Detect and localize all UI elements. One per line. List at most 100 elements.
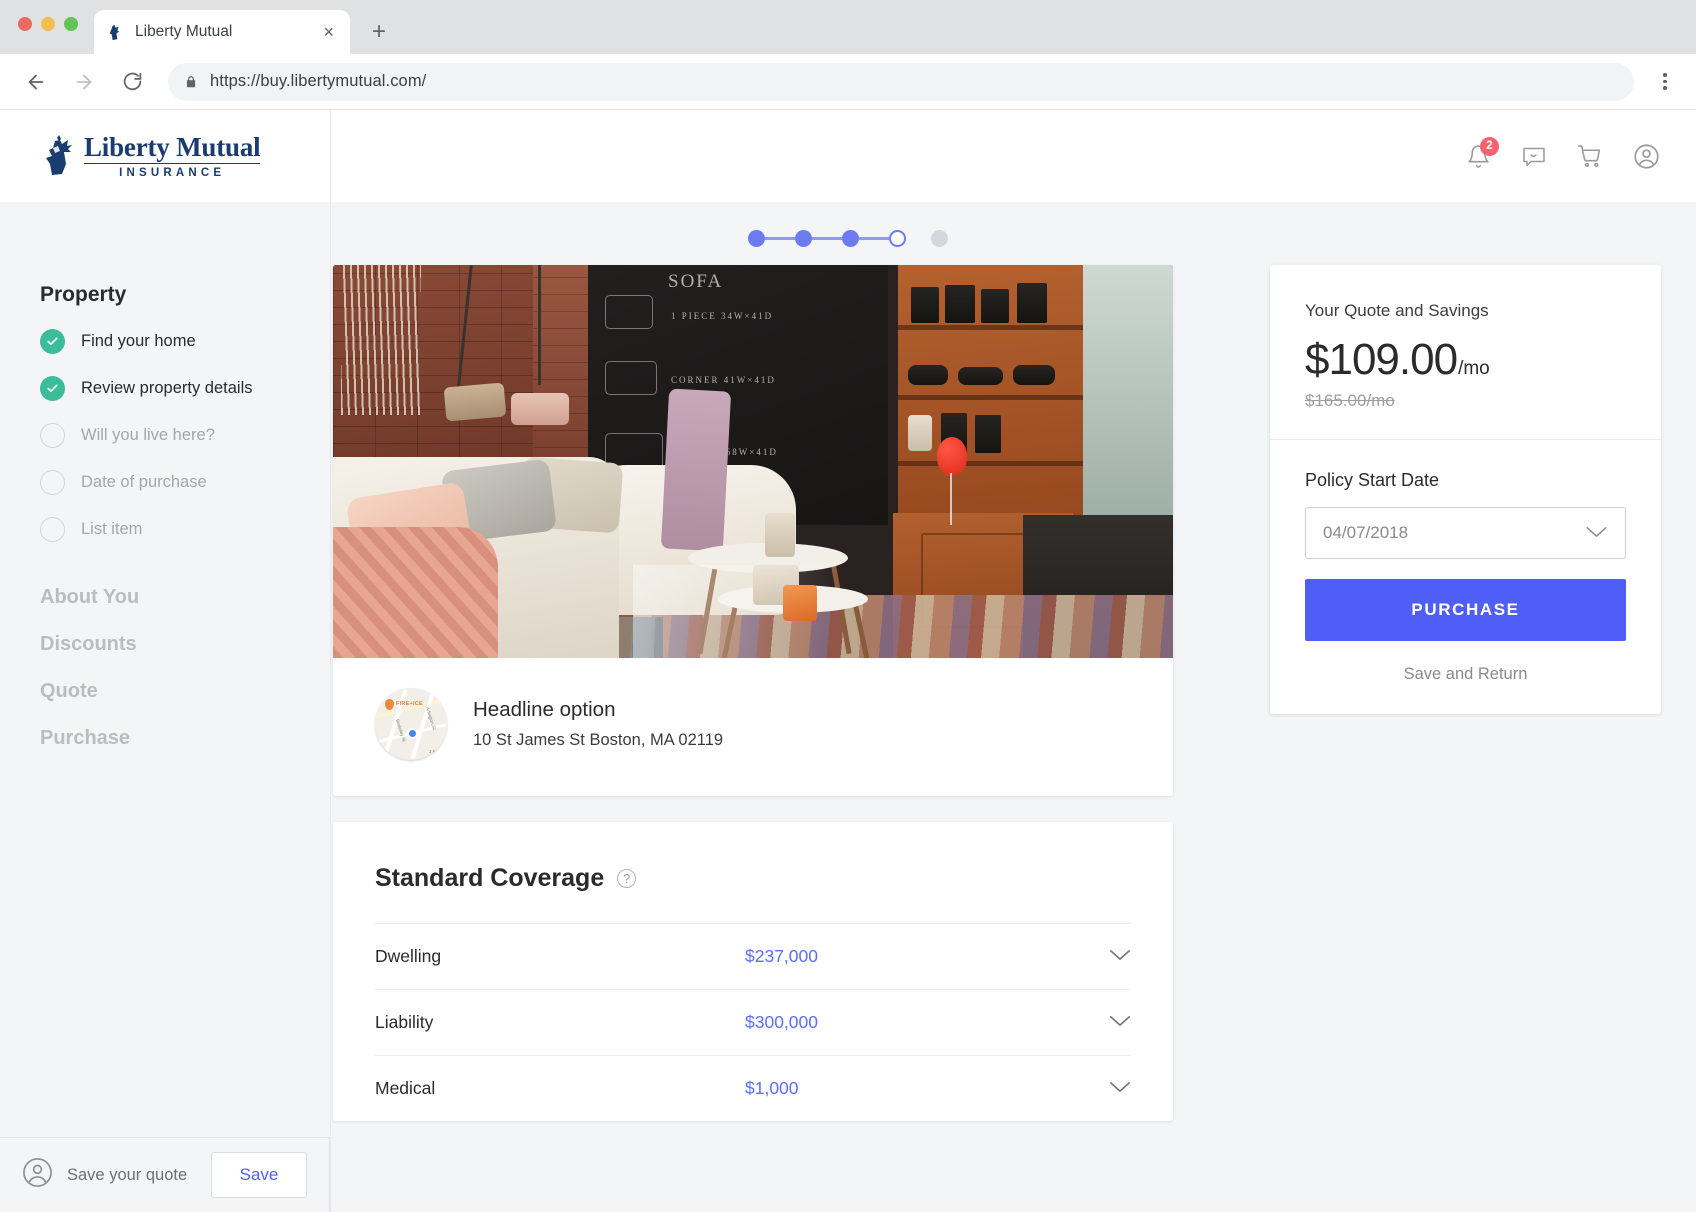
liberty-mutual-favicon <box>109 24 120 40</box>
property-address-row: FIRE+ICE Berkeley St Arlington St 1 km H… <box>333 658 1173 796</box>
browser-toolbar: https://buy.libertymutual.com/ <box>0 54 1696 110</box>
sidebar-item-label: Date of purchase <box>81 473 207 491</box>
purchase-button[interactable]: PURCHASE <box>1305 579 1626 641</box>
statue-of-liberty-icon <box>46 135 72 175</box>
sidebar-item-list-item[interactable]: List item <box>40 517 330 542</box>
logo-wordmark: Liberty Mutual <box>84 132 261 164</box>
map-current-location-dot <box>407 728 418 739</box>
new-tab-icon[interactable]: + <box>372 18 386 46</box>
address-bar-url: https://buy.libertymutual.com/ <box>210 72 427 90</box>
page-content: Liberty Mutual INSURANCE 2 Property Find… <box>0 110 1696 1212</box>
close-window-button[interactable] <box>18 17 32 31</box>
user-circle-icon <box>22 1157 53 1193</box>
account-button[interactable] <box>1633 143 1660 170</box>
chevron-down-icon[interactable] <box>1109 1080 1131 1098</box>
sidebar-item-review-property-details[interactable]: Review property details <box>40 376 330 401</box>
quote-price-section: Your Quote and Savings $109.00 /mo $165.… <box>1270 265 1661 440</box>
chevron-down-icon[interactable] <box>1109 1014 1131 1032</box>
step-indicator-3[interactable] <box>842 230 859 247</box>
map-street-berkeley: Berkeley St <box>394 718 407 743</box>
empty-circle-icon <box>40 470 65 495</box>
step-indicator-2[interactable] <box>795 230 812 247</box>
map-poi-label: FIRE+ICE <box>396 701 423 707</box>
cart-button[interactable] <box>1577 144 1603 169</box>
coverage-row-medical[interactable]: Medical $1,000 <box>375 1055 1131 1121</box>
reload-button[interactable] <box>112 62 152 102</box>
liberty-mutual-logo[interactable]: Liberty Mutual INSURANCE <box>42 132 261 179</box>
chevron-down-icon[interactable] <box>1109 948 1131 966</box>
coverage-row-dwelling[interactable]: Dwelling $237,000 <box>375 923 1131 989</box>
quote-action-section: Policy Start Date 04/07/2018 PURCHASE Sa… <box>1270 440 1661 714</box>
save-and-return-link[interactable]: Save and Return <box>1305 665 1626 684</box>
notification-badge: 2 <box>1480 136 1499 156</box>
map-thumbnail[interactable]: FIRE+ICE Berkeley St Arlington St 1 km <box>375 688 447 760</box>
lock-icon <box>186 75 196 87</box>
chat-smile-icon <box>1523 147 1545 166</box>
coverage-title: Standard Coverage <box>375 864 605 892</box>
save-quote-bar: Save your quote Save <box>0 1137 330 1212</box>
policy-start-date-label: Policy Start Date <box>1305 470 1440 490</box>
step-indicator-5-upcoming[interactable] <box>931 230 948 247</box>
property-address-text: Headline option 10 St James St Boston, M… <box>473 698 723 750</box>
arrow-left-icon <box>28 74 44 89</box>
coverage-title-row: Standard Coverage ? <box>375 864 1131 893</box>
property-photo: SOFA 1 PIECE 34W×41D CORNER 41W×41D DOUB… <box>333 265 1173 658</box>
close-tab-icon[interactable]: × <box>319 23 338 41</box>
coverage-value: $237,000 <box>745 946 818 966</box>
main-column: SOFA 1 PIECE 34W×41D CORNER 41W×41D DOUB… <box>330 265 1230 1121</box>
site-header: Liberty Mutual INSURANCE 2 <box>0 110 1696 202</box>
sidebar-item-label: Review property details <box>81 379 253 397</box>
quote-summary-card: Your Quote and Savings $109.00 /mo $165.… <box>1270 265 1661 714</box>
browser-tab-bar: Liberty Mutual × + <box>0 0 1696 54</box>
quote-price-period: /mo <box>1458 358 1490 379</box>
quote-price-row: $109.00 /mo <box>1305 335 1626 385</box>
browser-menu-button[interactable] <box>1650 73 1680 90</box>
chevron-down-icon <box>1585 523 1608 543</box>
minimize-window-button[interactable] <box>41 17 55 31</box>
step-connector-2 <box>812 237 842 240</box>
save-quote-label: Save your quote <box>67 1165 188 1184</box>
empty-circle-icon <box>40 423 65 448</box>
address-bar[interactable]: https://buy.libertymutual.com/ <box>168 62 1634 101</box>
policy-start-date-select[interactable]: 04/07/2018 <box>1305 507 1626 559</box>
standard-coverage-card: Standard Coverage ? Dwelling $237,000 Li… <box>333 822 1173 1121</box>
step-connector-1 <box>765 237 795 240</box>
back-button[interactable] <box>16 62 56 102</box>
user-account-icon <box>1634 143 1659 169</box>
sidebar-section-purchase[interactable]: Purchase <box>40 727 330 750</box>
step-connector-3 <box>859 237 889 240</box>
check-circle-icon <box>40 376 65 401</box>
sidebar-item-will-you-live-here[interactable]: Will you live here? <box>40 423 330 448</box>
sidebar-item-label: Find your home <box>81 332 196 350</box>
reload-icon <box>123 72 141 91</box>
quote-original-price: $165.00/mo <box>1305 391 1395 410</box>
sidebar-item-find-your-home[interactable]: Find your home <box>40 329 330 354</box>
progress-sidebar: Property Find your home Review property … <box>0 265 330 774</box>
coverage-row-liability[interactable]: Liability $300,000 <box>375 989 1131 1055</box>
coverage-value: $300,000 <box>745 1012 818 1032</box>
quote-column: Your Quote and Savings $109.00 /mo $165.… <box>1230 265 1696 714</box>
arrow-right-icon <box>76 74 92 89</box>
coverage-name: Liability <box>375 1012 434 1032</box>
forward-button[interactable] <box>64 62 104 102</box>
notifications-button[interactable]: 2 <box>1466 136 1499 169</box>
sidebar-section-discounts[interactable]: Discounts <box>40 633 330 656</box>
browser-tab[interactable]: Liberty Mutual × <box>94 10 350 54</box>
sidebar-item-label: Will you live here? <box>81 426 215 444</box>
sidebar-item-date-of-purchase[interactable]: Date of purchase <box>40 470 330 495</box>
map-scale-label: 1 km <box>429 749 439 754</box>
coverage-name: Medical <box>375 1078 436 1098</box>
step-indicator-1[interactable] <box>748 230 765 247</box>
help-icon[interactable]: ? <box>617 869 637 888</box>
map-poi-pin-icon <box>385 699 394 710</box>
check-circle-icon <box>40 329 65 354</box>
browser-tab-title: Liberty Mutual <box>135 23 233 40</box>
chat-button[interactable] <box>1521 144 1547 169</box>
sidebar-section-quote[interactable]: Quote <box>40 680 330 703</box>
sidebar-section-about-you[interactable]: About You <box>40 586 330 609</box>
save-button[interactable]: Save <box>211 1152 307 1198</box>
property-headline: Headline option <box>473 698 616 721</box>
step-indicator-4-current[interactable] <box>889 230 906 247</box>
maximize-window-button[interactable] <box>64 17 78 31</box>
quote-price: $109.00 <box>1305 335 1458 384</box>
